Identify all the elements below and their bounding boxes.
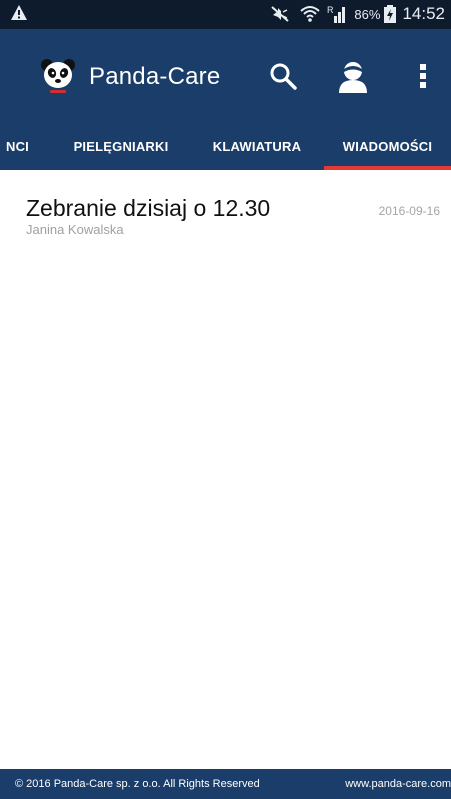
app-title: Panda-Care — [89, 63, 221, 90]
search-icon[interactable] — [268, 61, 298, 91]
mute-icon — [271, 6, 290, 22]
wifi-icon — [300, 6, 321, 22]
clock: 14:52 — [402, 4, 445, 23]
status-bar: R 86% 14:52 — [0, 0, 451, 29]
footer-website-link[interactable]: www.panda-care.com — [345, 778, 451, 790]
tab-partial[interactable]: NCI — [0, 122, 42, 170]
tab-klawiatura[interactable]: KLAWIATURA — [198, 122, 316, 170]
footer: © 2016 Panda-Care sp. z o.o. All Rights … — [0, 769, 451, 799]
profile-avatar-icon[interactable] — [336, 59, 370, 93]
tab-pielegniarki[interactable]: PIELĘGNIARKI — [62, 122, 180, 170]
footer-copyright: © 2016 Panda-Care sp. z o.o. All Rights … — [15, 778, 260, 790]
message-date: 2016-09-16 — [378, 204, 440, 218]
signal-roaming-icon: R — [327, 5, 346, 23]
message-item[interactable]: Zebranie dzisiaj o 12.30 Janina Kowalska… — [0, 192, 451, 242]
warning-icon — [11, 5, 27, 20]
tab-wiadomosci[interactable]: WIADOMOŚCI — [324, 122, 451, 170]
messages-list: Zebranie dzisiaj o 12.30 Janina Kowalska… — [0, 170, 451, 769]
battery-percent: 86% — [354, 6, 381, 22]
app-screen: R 86% 14:52 Panda-Care NCI PIELĘGNIARKI … — [0, 0, 451, 799]
battery-charging-icon — [384, 5, 397, 23]
app-bar: Panda-Care — [0, 29, 451, 122]
message-sender: Janina Kowalska — [26, 222, 124, 237]
status-icons: R 86% 14:52 — [270, 3, 445, 25]
message-subject: Zebranie dzisiaj o 12.30 — [26, 195, 271, 221]
svg-text:R: R — [327, 5, 334, 15]
tab-bar: NCI PIELĘGNIARKI KLAWIATURA WIADOMOŚCI — [0, 122, 451, 170]
overflow-menu-icon[interactable] — [416, 62, 430, 90]
panda-logo-icon — [41, 59, 75, 93]
